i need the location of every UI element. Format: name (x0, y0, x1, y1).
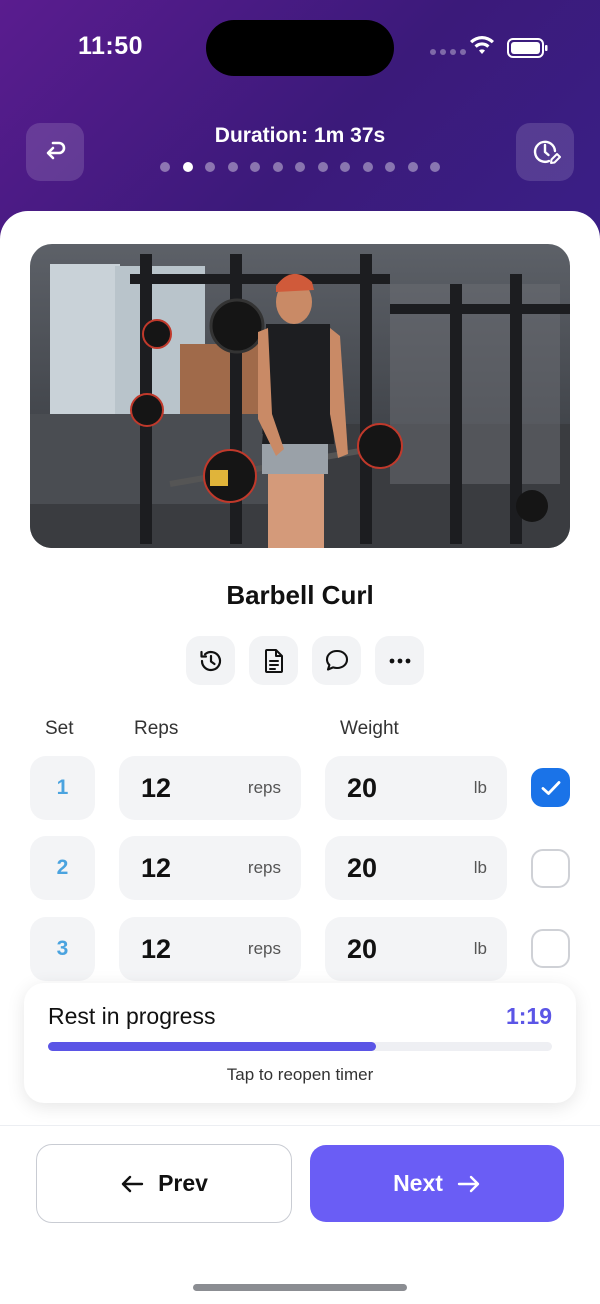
set-number: 3 (30, 917, 95, 981)
exercise-pager-dots (160, 162, 440, 172)
rest-title: Rest in progress (48, 1003, 216, 1029)
active-page-dot (182, 162, 193, 172)
weight-input[interactable]: 20 lb (325, 917, 507, 981)
rest-timer-card[interactable]: Rest in progress 1:19 Tap to reopen time… (24, 983, 576, 1103)
wifi-icon (469, 36, 495, 61)
workout-duration: Duration: 1m 37s (214, 124, 386, 147)
rest-time-remaining: 1:19 (505, 1003, 552, 1029)
weight-unit: lb (473, 778, 487, 797)
back-button[interactable] (26, 123, 84, 181)
weight-unit: lb (473, 939, 487, 958)
set-complete-checkbox[interactable] (531, 768, 570, 807)
checkmark-icon (541, 780, 560, 795)
return-arrow-icon (46, 141, 66, 160)
timer-settings-button[interactable] (516, 123, 574, 181)
status-time: 11:50 (78, 32, 144, 60)
more-button[interactable] (375, 636, 424, 685)
more-icon (389, 658, 410, 663)
notes-icon (264, 648, 283, 673)
arrow-left-icon (121, 1175, 144, 1192)
set-column-header: Set (45, 718, 74, 739)
reps-column-header: Reps (134, 718, 179, 739)
weight-value: 20 (347, 933, 378, 964)
reps-value: 12 (141, 933, 172, 964)
battery-icon (507, 37, 549, 64)
exercise-actions (186, 636, 424, 685)
weight-column-header: Weight (340, 718, 399, 739)
rest-reopen-hint: Tap to reopen timer (226, 1065, 374, 1084)
rest-progress-bar (48, 1042, 552, 1051)
arrow-right-icon (457, 1175, 480, 1192)
reps-unit: reps (247, 939, 281, 958)
notes-button[interactable] (249, 636, 298, 685)
weight-unit: lb (473, 858, 487, 877)
prev-label: Prev (158, 1170, 208, 1196)
history-icon (199, 650, 221, 671)
set-number: 2 (30, 836, 95, 900)
next-button[interactable]: Next (310, 1145, 564, 1222)
exercise-image (30, 244, 570, 548)
next-label: Next (393, 1170, 443, 1196)
home-indicator[interactable] (193, 1284, 407, 1291)
cellular-signal-icon (430, 49, 466, 55)
reps-input[interactable]: 12 reps (119, 917, 301, 981)
rest-progress-fill (48, 1042, 376, 1051)
weight-input[interactable]: 20 lb (325, 836, 507, 900)
history-button[interactable] (186, 636, 235, 685)
prev-button[interactable]: Prev (36, 1144, 292, 1223)
comment-icon (325, 649, 348, 671)
reps-input[interactable]: 12 reps (119, 756, 301, 820)
set-complete-checkbox[interactable] (531, 929, 570, 968)
set-complete-checkbox[interactable] (531, 849, 570, 888)
reps-input[interactable]: 12 reps (119, 836, 301, 900)
weight-value: 20 (347, 852, 378, 883)
exercise-name: Barbell Curl (226, 580, 374, 610)
weight-input[interactable]: 20 lb (325, 756, 507, 820)
reps-value: 12 (141, 852, 172, 883)
set-number: 1 (30, 756, 95, 820)
clock-edit-icon (533, 140, 561, 164)
weight-value: 20 (347, 772, 378, 803)
reps-unit: reps (247, 858, 281, 877)
reps-unit: reps (247, 778, 281, 797)
comment-button[interactable] (312, 636, 361, 685)
reps-value: 12 (141, 772, 172, 803)
dynamic-island (206, 20, 394, 76)
